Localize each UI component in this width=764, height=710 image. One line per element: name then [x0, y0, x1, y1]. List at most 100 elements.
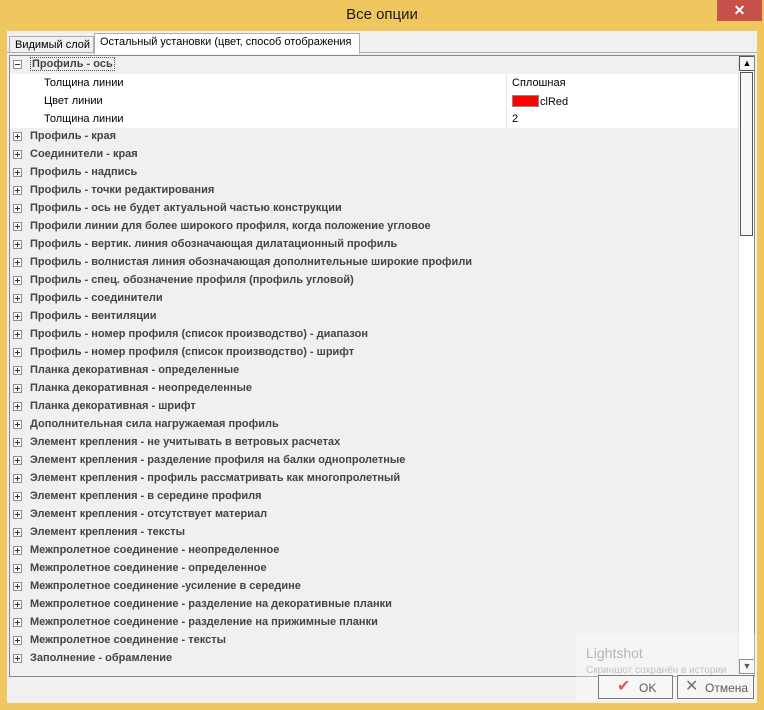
- tree-category[interactable]: Профиль - края: [10, 128, 738, 146]
- tree-category[interactable]: Профиль - номер профиля (список производ…: [10, 326, 738, 344]
- tree-category[interactable]: Планка декоративная - неопределенные: [10, 380, 738, 398]
- lightshot-watermark: Lightshot Скриншот сохранён в истории: [576, 633, 756, 701]
- tree-category[interactable]: Профиль - спец. обозначение профиля (про…: [10, 272, 738, 290]
- expand-icon[interactable]: [13, 528, 22, 537]
- dialog-body: Видимый слой Остальный установки (цвет, …: [7, 31, 757, 703]
- tree-category[interactable]: Межпролетное соединение -усиление в сере…: [10, 578, 738, 596]
- column-divider: [506, 92, 507, 110]
- tree-category-label: Элемент крепления - тексты: [30, 526, 186, 538]
- tree-category[interactable]: Элемент крепления - не учитывать в ветро…: [10, 434, 738, 452]
- tree-category[interactable]: Межпролетное соединение - определенное: [10, 560, 738, 578]
- color-name: clRed: [540, 96, 569, 108]
- tree-category-expanded[interactable]: Профиль - ось: [10, 56, 738, 74]
- expand-icon[interactable]: [13, 564, 22, 573]
- tree-category-label: Профиль - точки редактирования: [30, 184, 215, 196]
- expand-icon[interactable]: [13, 348, 22, 357]
- expand-icon[interactable]: [13, 582, 22, 591]
- expand-icon[interactable]: [13, 510, 22, 519]
- expand-icon[interactable]: [13, 654, 22, 663]
- expand-icon[interactable]: [13, 168, 22, 177]
- title-bar: Все опции ✕: [0, 0, 764, 31]
- property-name: Толщина линии: [44, 77, 124, 89]
- property-row[interactable]: Цвет линии clRed: [10, 92, 738, 110]
- expand-icon[interactable]: [13, 636, 22, 645]
- tree-category[interactable]: Элемент крепления - в середине профиля: [10, 488, 738, 506]
- scroll-up-icon[interactable]: ▲: [739, 56, 754, 71]
- expand-icon[interactable]: [13, 492, 22, 501]
- tree-category[interactable]: Профиль - соединители: [10, 290, 738, 308]
- tree-category-label: Планка декоративная - определенные: [30, 364, 240, 376]
- property-value[interactable]: Сплошная: [512, 77, 566, 89]
- tree-category[interactable]: Профиль - надпись: [10, 164, 738, 182]
- property-value[interactable]: 2: [512, 113, 518, 125]
- expand-icon[interactable]: [13, 456, 22, 465]
- tree-category[interactable]: Элемент крепления - разделение профиля н…: [10, 452, 738, 470]
- tree-category-label: Профиль - соединители: [30, 292, 163, 304]
- tree-category[interactable]: Профиль - ось не будет актуальной частью…: [10, 200, 738, 218]
- tree-category[interactable]: Профиль - волнистая линия обозначающая д…: [10, 254, 738, 272]
- tree-category-label: Профиль - вентиляции: [30, 310, 157, 322]
- watermark-subtitle: Скриншот сохранён в истории: [586, 665, 727, 676]
- vertical-scrollbar[interactable]: ▲ ▼: [738, 56, 754, 676]
- expand-icon[interactable]: [13, 186, 22, 195]
- tab-other-settings[interactable]: Остальный установки (цвет, способ отобра…: [94, 33, 360, 54]
- tree-category-label: Профили линии для более широкого профиля…: [30, 220, 431, 232]
- tree-category[interactable]: Дополнительная сила нагружаемая профиль: [10, 416, 738, 434]
- expand-icon[interactable]: [13, 402, 22, 411]
- close-button[interactable]: ✕: [717, 0, 762, 21]
- tree-category-label: Элемент крепления - отсутствует материал: [30, 508, 268, 520]
- expand-icon[interactable]: [13, 330, 22, 339]
- tab-strip: Видимый слой Остальный установки (цвет, …: [7, 31, 757, 54]
- tab-visible-layer[interactable]: Видимый слой: [9, 36, 94, 53]
- expand-icon[interactable]: [13, 366, 22, 375]
- expand-icon[interactable]: [13, 150, 22, 159]
- tree-category-label: Элемент крепления - разделение профиля н…: [30, 454, 406, 466]
- tree-category-label: Профиль - номер профиля (список производ…: [30, 346, 355, 358]
- tree-category[interactable]: Элемент крепления - отсутствует материал: [10, 506, 738, 524]
- collapse-icon[interactable]: [13, 60, 22, 69]
- tree-category-label: Профиль - ось: [30, 57, 115, 71]
- expand-icon[interactable]: [13, 474, 22, 483]
- tree-category[interactable]: Профиль - номер профиля (список производ…: [10, 344, 738, 362]
- expand-icon[interactable]: [13, 276, 22, 285]
- tree-category-label: Межпролетное соединение - разделение на …: [30, 598, 392, 610]
- tree-category[interactable]: Межпролетное соединение - разделение на …: [10, 596, 738, 614]
- expand-icon[interactable]: [13, 222, 22, 231]
- expand-icon[interactable]: [13, 420, 22, 429]
- tree-category[interactable]: Планка декоративная - определенные: [10, 362, 738, 380]
- tree-category[interactable]: Профиль - вертик. линия обозначающая дил…: [10, 236, 738, 254]
- tree-category-label: Элемент крепления - не учитывать в ветро…: [30, 436, 341, 448]
- expand-icon[interactable]: [13, 132, 22, 141]
- tree-category[interactable]: Профили линии для более широкого профиля…: [10, 218, 738, 236]
- property-row[interactable]: Толщина линии Сплошная: [10, 74, 738, 92]
- tree-category-label: Межпролетное соединение - тексты: [30, 634, 227, 646]
- expand-icon[interactable]: [13, 600, 22, 609]
- expand-icon[interactable]: [13, 204, 22, 213]
- expand-icon[interactable]: [13, 546, 22, 555]
- property-value-color[interactable]: clRed: [512, 95, 568, 108]
- tree-category[interactable]: Соединители - края: [10, 146, 738, 164]
- expand-icon[interactable]: [13, 438, 22, 447]
- watermark-title: Lightshot: [586, 645, 643, 661]
- tree-category[interactable]: Межпролетное соединение - неопределенное: [10, 542, 738, 560]
- window-bottom-border: [0, 703, 764, 710]
- tree-category[interactable]: Профиль - точки редактирования: [10, 182, 738, 200]
- tree-category-label: Элемент крепления - в середине профиля: [30, 490, 262, 502]
- tree-category[interactable]: Профиль - вентиляции: [10, 308, 738, 326]
- scroll-thumb[interactable]: [740, 72, 753, 236]
- options-tree[interactable]: Профиль - ось Толщина линии Сплошная Цве…: [10, 56, 738, 676]
- property-row[interactable]: Толщина линии 2: [10, 110, 738, 128]
- expand-icon[interactable]: [13, 240, 22, 249]
- expand-icon[interactable]: [13, 294, 22, 303]
- tree-category-label: Соединители - края: [30, 148, 138, 160]
- expand-icon[interactable]: [13, 618, 22, 627]
- tree-category[interactable]: Элемент крепления - тексты: [10, 524, 738, 542]
- tree-category-label: Профиль - надпись: [30, 166, 138, 178]
- tree-category[interactable]: Межпролетное соединение - разделение на …: [10, 614, 738, 632]
- expand-icon[interactable]: [13, 258, 22, 267]
- expand-icon[interactable]: [13, 384, 22, 393]
- tree-category[interactable]: Планка декоративная - шрифт: [10, 398, 738, 416]
- tree-category[interactable]: Элемент крепления - профиль рассматриват…: [10, 470, 738, 488]
- column-divider: [506, 110, 507, 128]
- expand-icon[interactable]: [13, 312, 22, 321]
